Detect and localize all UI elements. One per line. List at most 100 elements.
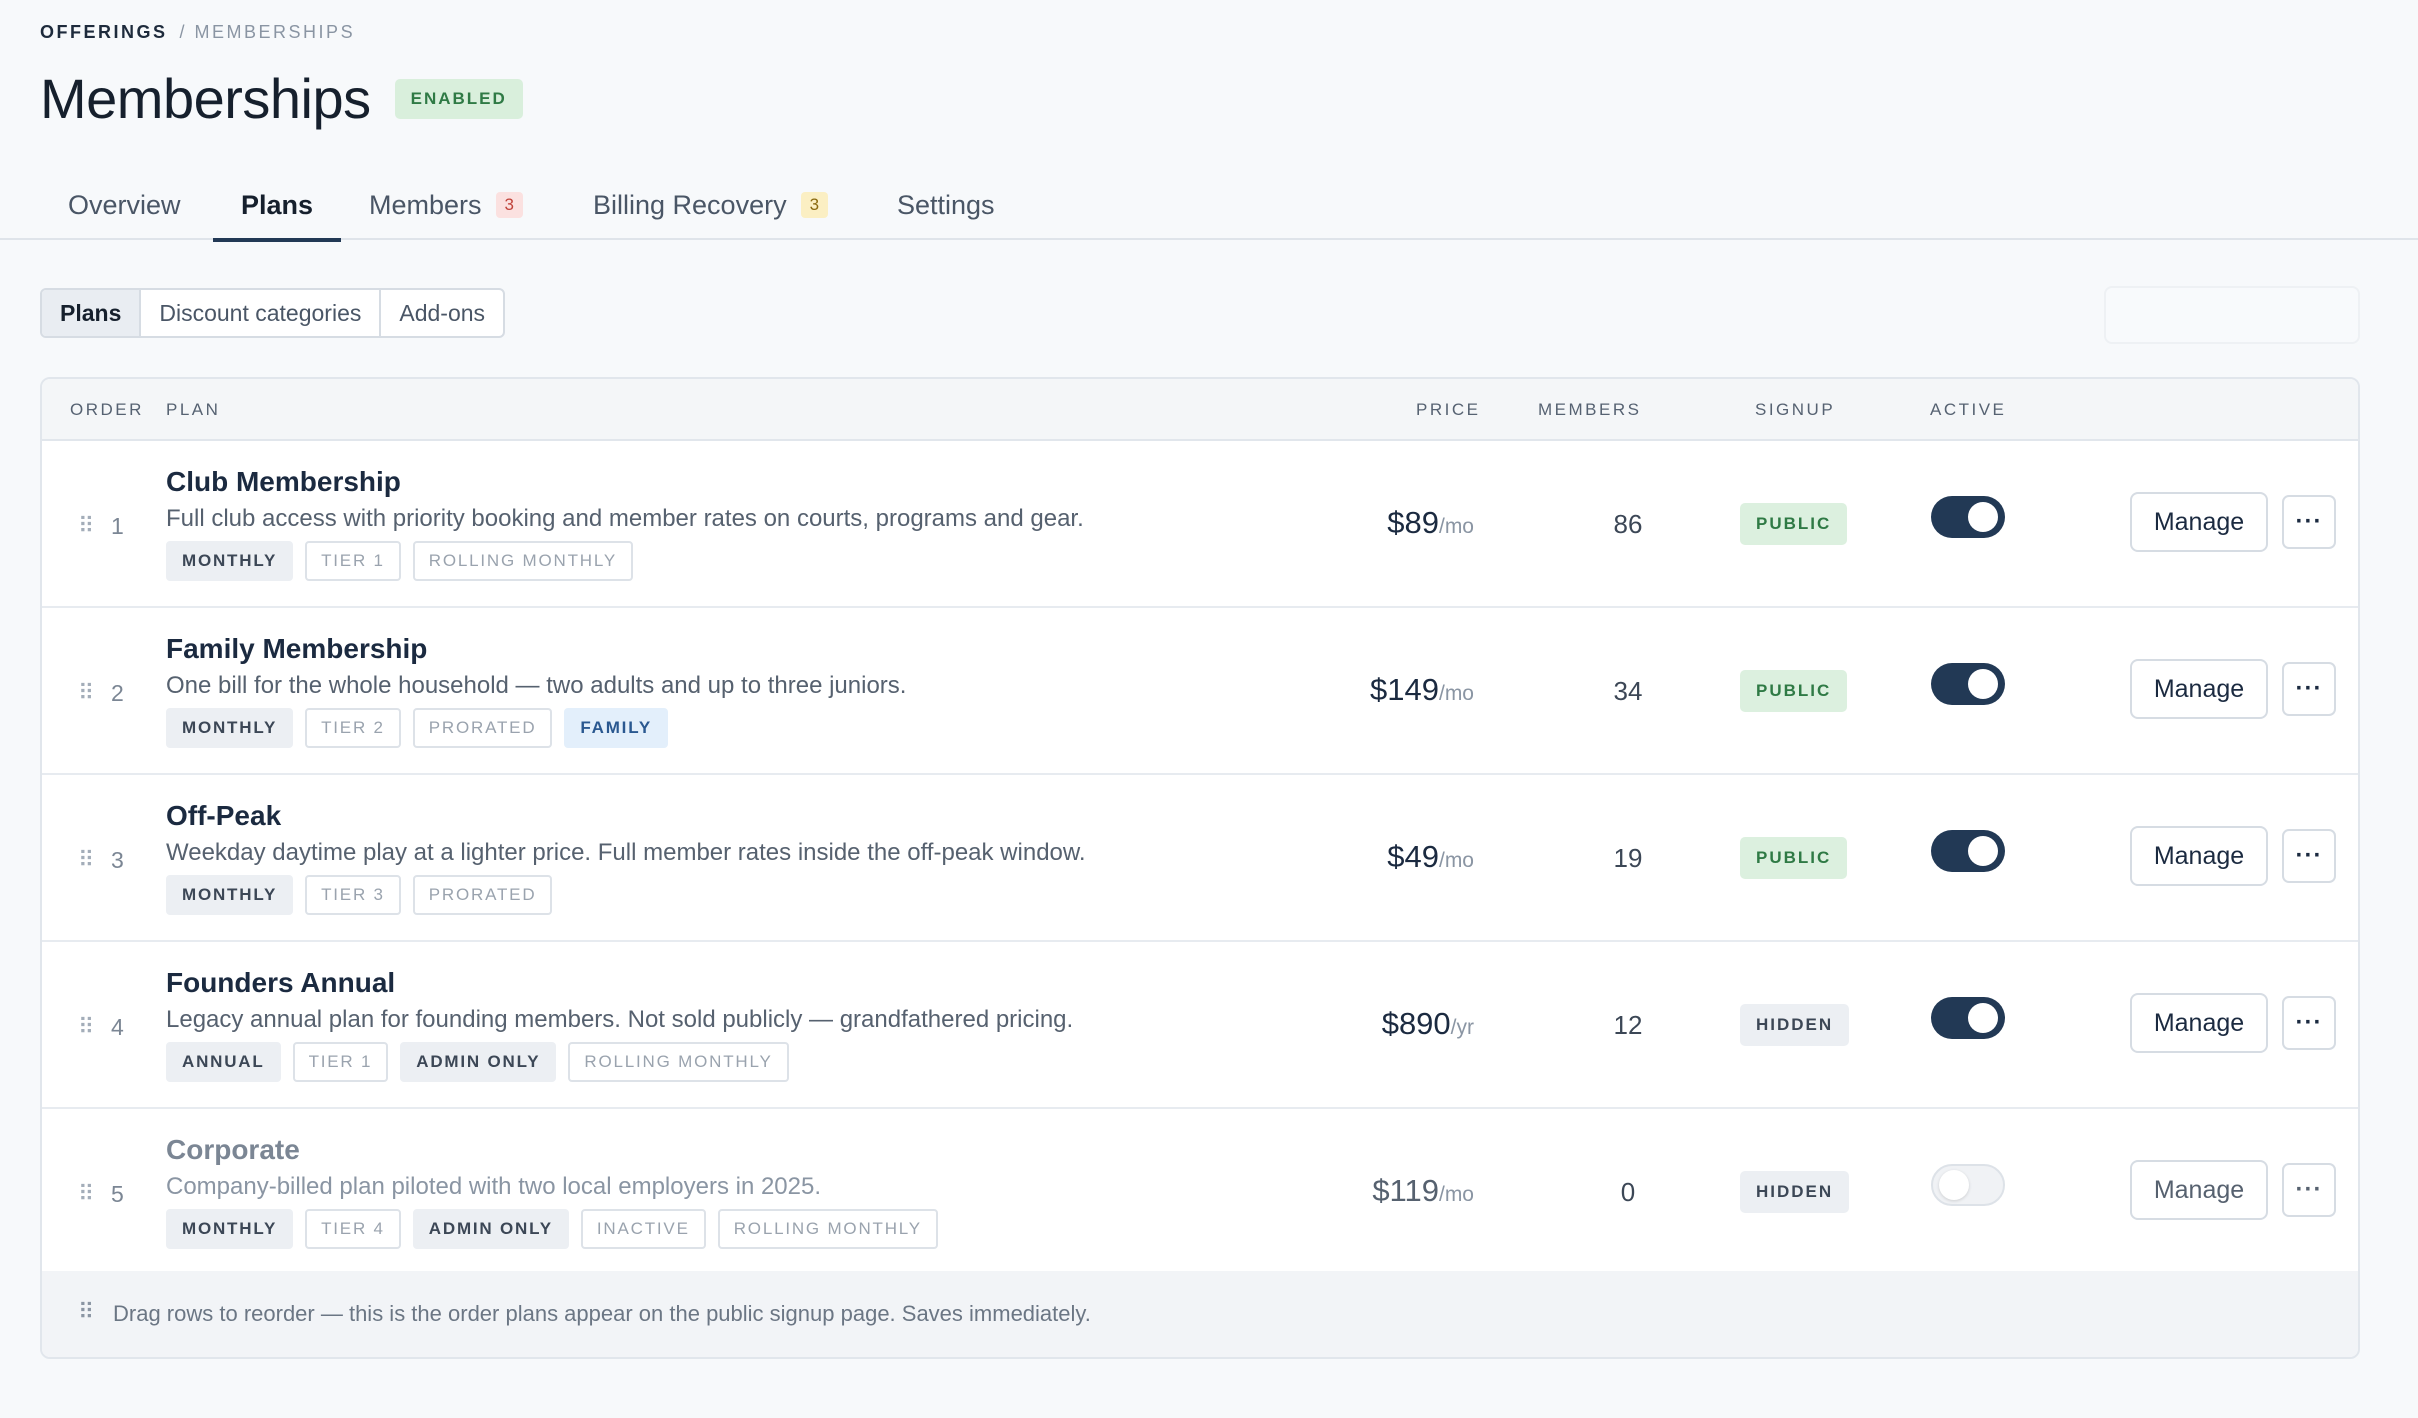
- toggle-knob: [1968, 836, 1998, 866]
- active-toggle[interactable]: [1931, 496, 2005, 538]
- plan-description: Full club access with priority booking a…: [166, 505, 1084, 532]
- plan-name: Family Membership: [166, 633, 428, 664]
- toggle-knob: [1968, 502, 1998, 532]
- tab-label: Billing Recovery: [593, 189, 787, 220]
- active-toggle[interactable]: [1931, 663, 2005, 705]
- members-count-badge: 3: [495, 192, 523, 218]
- signup-badge: PUBLIC: [1740, 837, 1848, 879]
- member-count: 34: [1613, 676, 1643, 706]
- drag-handle-icon[interactable]: ⠿: [78, 1181, 94, 1207]
- signup-badge: PUBLIC: [1740, 670, 1848, 712]
- drag-handle-icon: ⠿: [78, 1299, 94, 1324]
- row-order: 1: [111, 513, 124, 539]
- breadcrumb-offerings[interactable]: OFFERINGS: [40, 22, 168, 43]
- header-order: ORDER: [70, 400, 144, 419]
- plan-price: $890/yr: [1381, 1006, 1474, 1041]
- table-header: ORDER PLAN PRICE MEMBERS SIGNUP ACTIVE: [42, 379, 2358, 441]
- manage-button[interactable]: Manage: [2130, 1160, 2268, 1220]
- row-order: 4: [111, 1014, 124, 1040]
- manage-button[interactable]: Manage: [2130, 993, 2268, 1053]
- tag: MONTHLY: [166, 875, 294, 915]
- header-price: PRICE: [1416, 400, 1481, 419]
- manage-button[interactable]: Manage: [2130, 826, 2268, 886]
- header-signup: SIGNUP: [1755, 400, 1836, 419]
- tag: MONTHLY: [166, 708, 294, 748]
- signup-badge: HIDDEN: [1740, 1004, 1850, 1046]
- tag: ROLLING MONTHLY: [412, 541, 634, 581]
- plan-tags: MONTHLY TIER 2 PRORATED FAMILY: [166, 708, 668, 748]
- plan-price: $89/mo: [1387, 505, 1474, 540]
- member-count: 0: [1620, 1177, 1636, 1207]
- row-order: 5: [111, 1181, 124, 1207]
- status-badge: ENABLED: [394, 78, 523, 119]
- toggle-knob: [1939, 1170, 1969, 1200]
- plan-tags: ANNUAL TIER 1 ADMIN ONLY ROLLING MONTHLY: [166, 1042, 789, 1082]
- title-row: Memberships ENABLED: [40, 66, 523, 131]
- tag: PRORATED: [412, 875, 553, 915]
- tab-plans[interactable]: Plans: [212, 170, 342, 242]
- reorder-hint: Drag rows to reorder — this is the order…: [113, 1301, 1091, 1326]
- more-options-icon[interactable]: ···: [2282, 495, 2336, 549]
- active-toggle[interactable]: [1931, 830, 2005, 872]
- header-active: ACTIVE: [1930, 400, 2007, 419]
- plan-tags: MONTHLY TIER 1 ROLLING MONTHLY: [166, 541, 634, 581]
- subtab-group: Plans Discount categories Add-ons: [40, 288, 506, 338]
- tab-label: Members: [369, 189, 482, 220]
- tab-overview[interactable]: Overview: [68, 170, 181, 240]
- table-row: ⠿ 3 Off-Peak Weekday daytime play at a l…: [42, 775, 2358, 942]
- more-options-icon[interactable]: ···: [2282, 1163, 2336, 1217]
- subtab-discount-categories[interactable]: Discount categories: [141, 290, 382, 336]
- member-count: 19: [1613, 843, 1643, 873]
- tag: MONTHLY: [166, 1209, 294, 1249]
- tag: ROLLING MONTHLY: [717, 1209, 938, 1249]
- row-order: 3: [111, 847, 124, 873]
- tag: ADMIN ONLY: [412, 1209, 569, 1249]
- tag: INACTIVE: [580, 1209, 706, 1249]
- table-row: ⠿ 2 Family Membership One bill for the w…: [42, 608, 2358, 775]
- tab-label: Settings: [897, 189, 995, 220]
- billing-recovery-count-badge: 3: [800, 192, 829, 218]
- more-options-icon[interactable]: ···: [2282, 996, 2336, 1050]
- plan-tags: MONTHLY TIER 3 PRORATED: [166, 875, 553, 915]
- tag: ANNUAL: [166, 1042, 281, 1082]
- row-order: 2: [111, 680, 124, 706]
- tab-billing-recovery[interactable]: Billing Recovery 3: [593, 170, 829, 240]
- table-footer: ⠿ Drag rows to reorder — this is the ord…: [42, 1271, 2358, 1357]
- subtab-plans[interactable]: Plans: [42, 290, 142, 336]
- tag: PRORATED: [412, 708, 553, 748]
- manage-button[interactable]: Manage: [2130, 659, 2268, 719]
- tab-settings[interactable]: Settings: [897, 170, 995, 240]
- plan-description: Legacy annual plan for founding members.…: [166, 1006, 1074, 1033]
- breadcrumb-current: / MEMBERSHIPS: [179, 22, 356, 42]
- plan-description: Weekday daytime play at a lighter price.…: [166, 839, 1086, 866]
- tag: TIER 2: [305, 708, 401, 748]
- more-options-icon[interactable]: ···: [2282, 662, 2336, 716]
- drag-handle-icon[interactable]: ⠿: [78, 680, 94, 706]
- plans-table: ORDER PLAN PRICE MEMBERS SIGNUP ACTIVE ⠿…: [40, 377, 2360, 1359]
- tag: TIER 3: [305, 875, 401, 915]
- plan-price: $119/mo: [1372, 1173, 1474, 1208]
- tag: TIER 4: [305, 1209, 401, 1249]
- active-toggle[interactable]: [1931, 997, 2005, 1039]
- plan-name: Corporate: [166, 1134, 300, 1165]
- table-row: ⠿ 4 Founders Annual Legacy annual plan f…: [42, 942, 2358, 1109]
- tag: ADMIN ONLY: [400, 1042, 557, 1082]
- tab-bar: Overview Plans Members 3 Billing Recover…: [0, 170, 2418, 242]
- manage-button[interactable]: Manage: [2130, 492, 2268, 552]
- more-options-icon[interactable]: ···: [2282, 829, 2336, 883]
- drag-handle-icon[interactable]: ⠿: [78, 847, 94, 873]
- tab-members[interactable]: Members 3: [369, 170, 523, 240]
- plan-price: $149/mo: [1370, 672, 1474, 707]
- tag: MONTHLY: [166, 541, 294, 581]
- table-row: ⠿ 5 Corporate Company-billed plan pilote…: [42, 1109, 2358, 1276]
- faded-action-button[interactable]: [2104, 286, 2360, 344]
- signup-badge: HIDDEN: [1740, 1171, 1850, 1213]
- subtab-add-ons[interactable]: Add-ons: [381, 290, 503, 336]
- plan-name: Club Membership: [166, 466, 401, 497]
- active-toggle[interactable]: [1931, 1164, 2005, 1206]
- drag-handle-icon[interactable]: ⠿: [78, 513, 94, 539]
- breadcrumb: OFFERINGS / MEMBERSHIPS: [40, 22, 355, 43]
- member-count: 86: [1613, 509, 1643, 539]
- tab-label: Overview: [68, 189, 181, 220]
- drag-handle-icon[interactable]: ⠿: [78, 1014, 94, 1040]
